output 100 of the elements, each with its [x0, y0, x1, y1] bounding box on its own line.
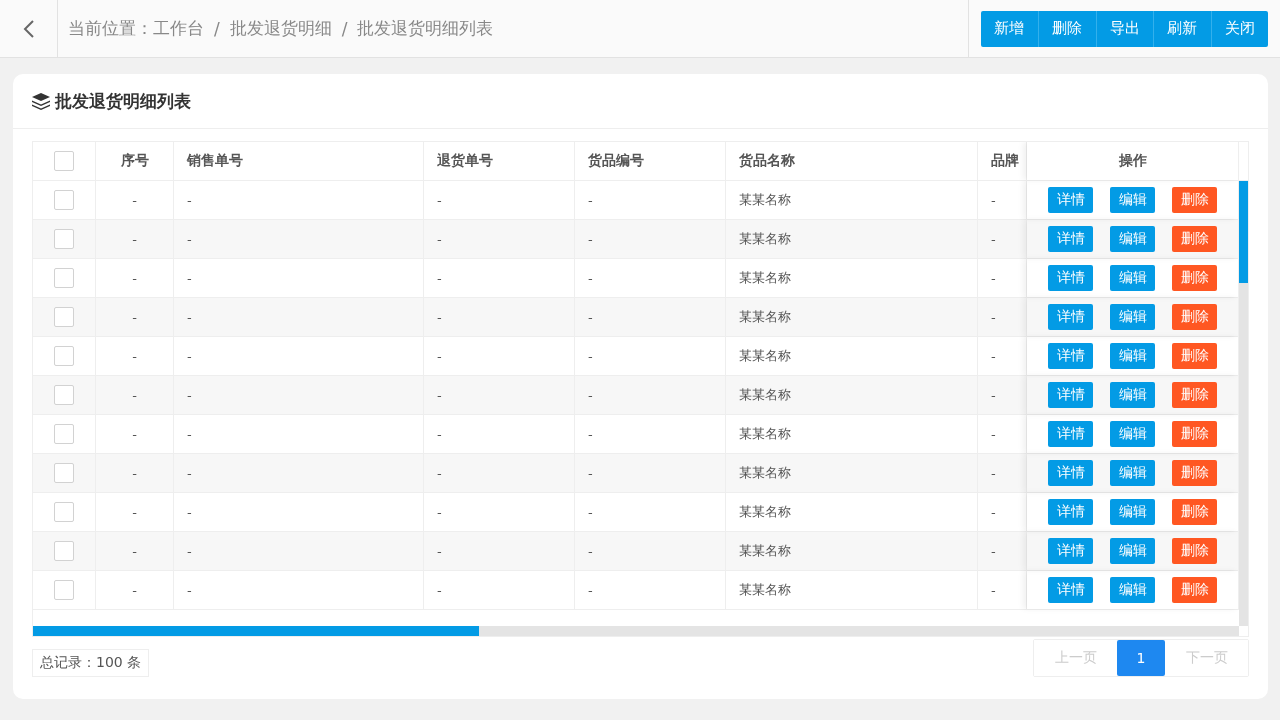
table-cell: -	[132, 387, 137, 403]
action-button[interactable]: 详情	[1048, 460, 1093, 486]
action-button[interactable]: 详情	[1048, 226, 1093, 252]
table-cell: -	[437, 348, 442, 364]
action-button[interactable]: 编辑	[1110, 577, 1155, 603]
horizontal-scrollbar[interactable]	[33, 626, 1239, 636]
delete-button[interactable]: 删除	[1172, 187, 1217, 213]
delete-button[interactable]: 删除	[1172, 226, 1217, 252]
toolbar-button[interactable]: 刷新	[1153, 10, 1211, 47]
action-button[interactable]: 编辑	[1110, 187, 1155, 213]
delete-button[interactable]: 删除	[1172, 304, 1217, 330]
action-button[interactable]: 编辑	[1110, 304, 1155, 330]
page-button[interactable]: 1	[1117, 640, 1165, 676]
breadcrumb-link[interactable]: 批发退货明细列表	[357, 17, 494, 40]
breadcrumb-label: 当前位置：	[68, 17, 153, 40]
delete-button[interactable]: 删除	[1172, 499, 1217, 525]
table-cell: 某某名称	[739, 269, 791, 287]
breadcrumb-link[interactable]: 工作台	[153, 17, 204, 40]
action-button[interactable]: 编辑	[1110, 382, 1155, 408]
table-cell: 某某名称	[739, 230, 791, 248]
table-cell: -	[437, 192, 442, 208]
action-button[interactable]: 详情	[1048, 187, 1093, 213]
toolbar-button[interactable]: 新增	[980, 10, 1038, 47]
table-cell: 某某名称	[739, 308, 791, 326]
select-all-checkbox[interactable]	[54, 151, 74, 171]
action-button[interactable]: 编辑	[1110, 499, 1155, 525]
breadcrumb-separator: /	[341, 18, 348, 39]
action-button[interactable]: 编辑	[1110, 265, 1155, 291]
delete-button[interactable]: 删除	[1172, 577, 1217, 603]
row-checkbox[interactable]	[54, 268, 74, 288]
table-cell: -	[991, 426, 996, 442]
layers-icon	[31, 92, 51, 110]
delete-button[interactable]: 删除	[1172, 421, 1217, 447]
action-button[interactable]: 编辑	[1110, 421, 1155, 447]
table-cell: -	[437, 309, 442, 325]
table-cell: -	[437, 426, 442, 442]
breadcrumb-link[interactable]: 批发退货明细	[229, 17, 332, 40]
column-header: 货品名称	[739, 152, 795, 170]
table-cell: -	[437, 504, 442, 520]
table-cell: -	[437, 387, 442, 403]
table-cell: -	[132, 309, 137, 325]
delete-button[interactable]: 删除	[1172, 265, 1217, 291]
row-checkbox[interactable]	[54, 307, 74, 327]
toolbar-button[interactable]: 删除	[1038, 10, 1096, 47]
action-button[interactable]: 编辑	[1110, 538, 1155, 564]
row-checkbox[interactable]	[54, 190, 74, 210]
table-cell: -	[187, 231, 192, 247]
table-cell: -	[991, 192, 996, 208]
table-cell: -	[132, 270, 137, 286]
table-cell: -	[187, 309, 192, 325]
table-cell: -	[991, 465, 996, 481]
action-button[interactable]: 详情	[1048, 421, 1093, 447]
panel-title: 批发退货明细列表	[55, 89, 191, 113]
column-header: 销售单号	[187, 152, 243, 170]
action-button[interactable]: 详情	[1048, 382, 1093, 408]
row-checkbox[interactable]	[54, 463, 74, 483]
column-header: 序号	[120, 152, 149, 170]
table-cell: -	[588, 309, 593, 325]
row-checkbox[interactable]	[54, 229, 74, 249]
table-cell: -	[187, 348, 192, 364]
table-cell: -	[132, 231, 137, 247]
vertical-scrollbar[interactable]	[1239, 181, 1248, 626]
row-checkbox[interactable]	[54, 385, 74, 405]
table-cell: -	[588, 504, 593, 520]
delete-button[interactable]: 删除	[1172, 343, 1217, 369]
table-cell: -	[437, 231, 442, 247]
table-cell: 某某名称	[739, 581, 791, 599]
column-header: 操作	[1118, 152, 1147, 170]
toolbar-button[interactable]: 关闭	[1210, 10, 1268, 47]
table-cell: -	[187, 465, 192, 481]
row-checkbox[interactable]	[54, 502, 74, 522]
table-cell: -	[437, 582, 442, 598]
delete-button[interactable]: 删除	[1172, 382, 1217, 408]
action-button[interactable]: 编辑	[1110, 226, 1155, 252]
row-checkbox[interactable]	[54, 346, 74, 366]
table-cell: -	[588, 192, 593, 208]
table-cell: 某某名称	[739, 386, 791, 404]
action-button[interactable]: 详情	[1048, 265, 1093, 291]
row-checkbox[interactable]	[54, 424, 74, 444]
action-button[interactable]: 详情	[1048, 577, 1093, 603]
toolbar-button[interactable]: 导出	[1095, 10, 1153, 47]
delete-button[interactable]: 删除	[1172, 538, 1217, 564]
table-cell: 某某名称	[739, 425, 791, 443]
action-button[interactable]: 详情	[1048, 538, 1093, 564]
action-button[interactable]: 编辑	[1110, 343, 1155, 369]
column-header: 货品编号	[588, 152, 644, 170]
total-records: 总记录：100 条	[32, 649, 150, 677]
table-cell: -	[991, 543, 996, 559]
table-cell: -	[991, 270, 996, 286]
delete-button[interactable]: 删除	[1172, 460, 1217, 486]
table-cell: -	[588, 582, 593, 598]
table-cell: -	[187, 387, 192, 403]
table-cell: 某某名称	[739, 503, 791, 521]
row-checkbox[interactable]	[54, 541, 74, 561]
table-cell: -	[132, 426, 137, 442]
action-button[interactable]: 编辑	[1110, 460, 1155, 486]
action-button[interactable]: 详情	[1048, 499, 1093, 525]
action-button[interactable]: 详情	[1048, 304, 1093, 330]
row-checkbox[interactable]	[54, 580, 74, 600]
action-button[interactable]: 详情	[1048, 343, 1093, 369]
